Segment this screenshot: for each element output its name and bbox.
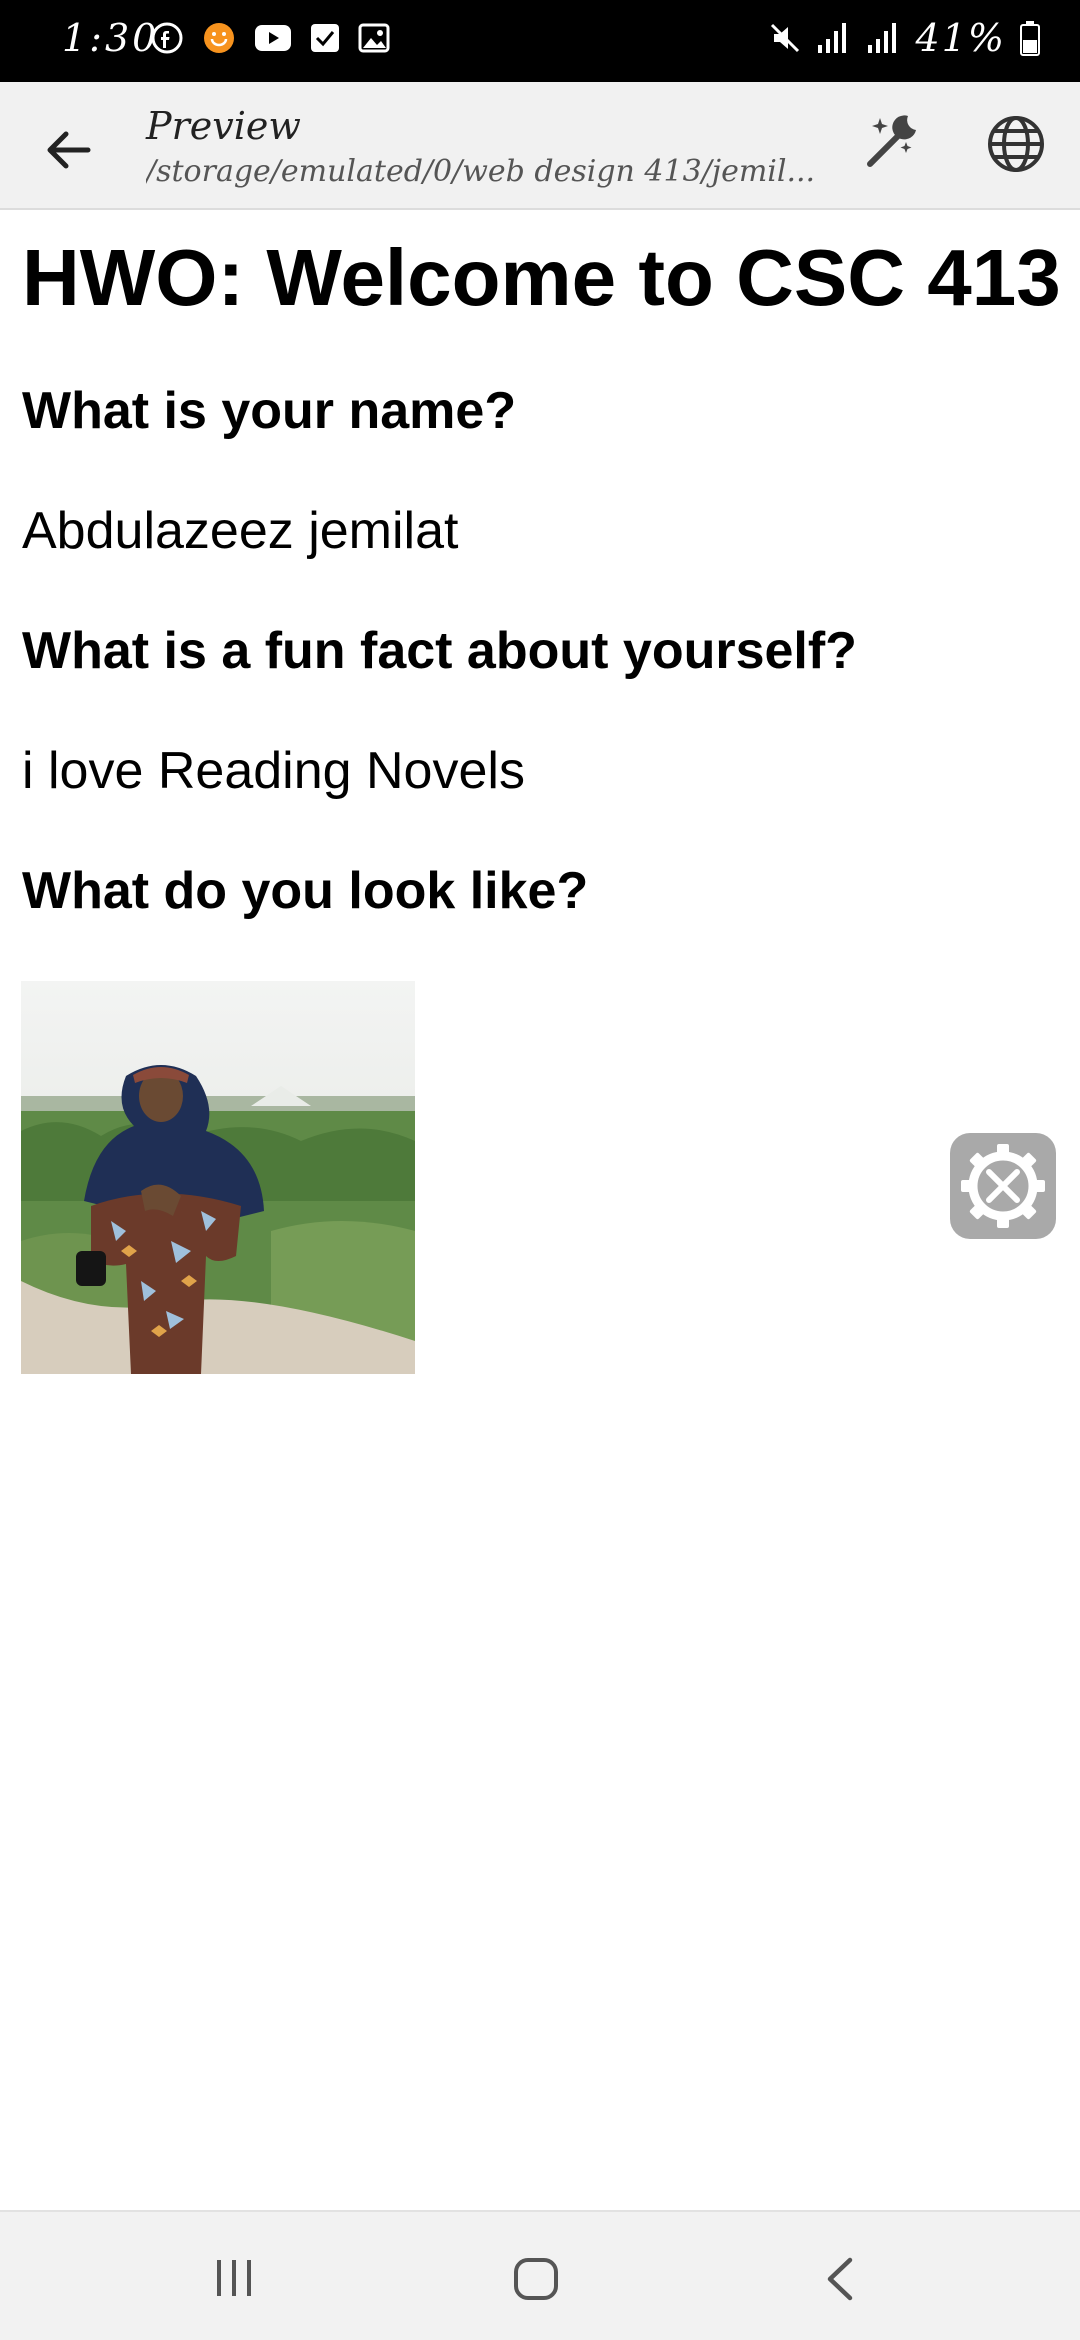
- battery-icon: [1020, 21, 1040, 56]
- system-status-icons: 41%: [768, 16, 1040, 60]
- signal-icon-2: [867, 23, 896, 53]
- emoji-app-icon: [204, 23, 234, 53]
- page-title-preview: Preview: [146, 104, 301, 148]
- preview-content: HWO: Welcome to CSC 413 What is your nam…: [22, 226, 1062, 920]
- youtube-icon: [255, 25, 291, 51]
- magic-wand-icon[interactable]: [860, 112, 920, 172]
- status-bar: 1:30 41%: [0, 0, 1080, 82]
- question-name: What is your name?: [22, 382, 517, 440]
- file-path: /storage/emulated/0/web design 413/jemil…: [146, 154, 816, 189]
- facebook-icon: [151, 22, 183, 54]
- page-heading: HWO: Welcome to CSC 413: [22, 233, 1061, 322]
- checkbox-app-icon: [311, 24, 339, 52]
- notification-icons: [150, 21, 390, 55]
- battery-percent: 41%: [915, 16, 1006, 60]
- globe-icon[interactable]: [984, 112, 1048, 176]
- arrow-left-icon[interactable]: [40, 122, 96, 178]
- signal-icon: [817, 23, 846, 53]
- question-fun-fact: What is a fun fact about yourself?: [22, 622, 857, 680]
- nav-back-icon[interactable]: [820, 2256, 860, 2302]
- question-look: What do you look like?: [22, 862, 589, 920]
- tools-button[interactable]: [950, 1133, 1056, 1239]
- tools-gear-icon: [961, 1144, 1045, 1228]
- profile-photo: [21, 981, 415, 1374]
- status-time: 1:30: [62, 16, 160, 60]
- gallery-icon: [358, 23, 390, 53]
- mute-icon: [770, 23, 799, 53]
- recents-icon[interactable]: [213, 2258, 255, 2298]
- answer-name: Abdulazeez jemilat: [22, 502, 459, 560]
- answer-fun-fact: i love Reading Novels: [22, 742, 525, 800]
- home-icon[interactable]: [512, 2256, 560, 2302]
